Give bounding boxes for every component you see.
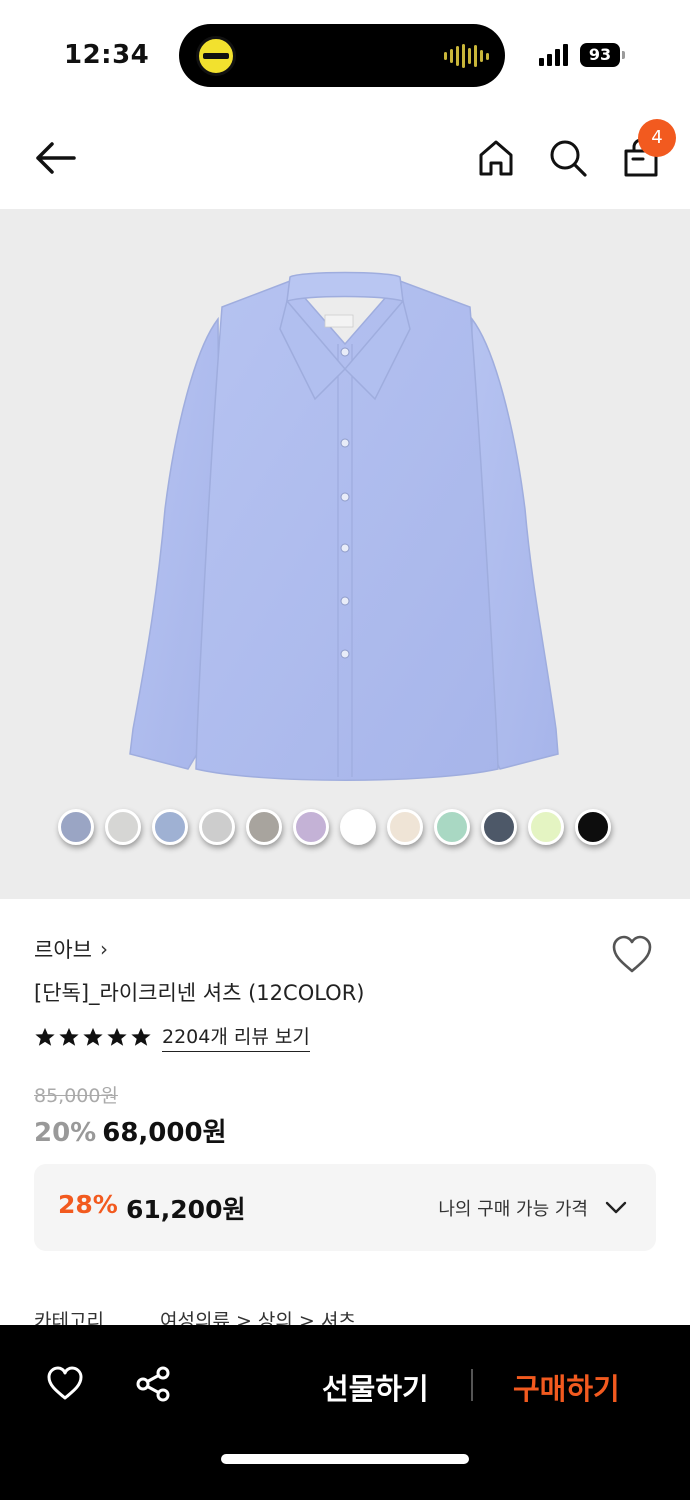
- color-swatch[interactable]: [434, 809, 470, 845]
- shirt-image: [129, 271, 559, 781]
- color-swatch[interactable]: [199, 809, 235, 845]
- my-price-label: 나의 구매 가능 가격: [438, 1199, 588, 1220]
- color-swatch[interactable]: [105, 809, 141, 845]
- star-rating: [34, 1026, 152, 1048]
- buy-button[interactable]: 구매하기: [513, 1366, 620, 1408]
- my-discount-rate: 28%: [58, 1190, 118, 1219]
- music-app-icon: [196, 36, 236, 76]
- color-swatch[interactable]: [528, 809, 564, 845]
- wishlist-heart-icon[interactable]: [610, 933, 654, 977]
- audio-wave-icon: [444, 44, 489, 68]
- color-swatch[interactable]: [575, 809, 611, 845]
- divider: [471, 1369, 473, 1401]
- color-swatch[interactable]: [246, 809, 282, 845]
- back-arrow-icon[interactable]: [30, 138, 78, 178]
- star-icon: [35, 1027, 55, 1046]
- review-link[interactable]: 2204개 리뷰 보기: [162, 1022, 310, 1052]
- home-indicator: [221, 1454, 469, 1464]
- color-swatch[interactable]: [387, 809, 423, 845]
- battery-icon: 93: [580, 43, 620, 67]
- star-icon: [107, 1027, 127, 1046]
- battery-tip: [622, 51, 625, 59]
- my-price: 61,200원: [126, 1195, 246, 1224]
- heart-icon[interactable]: [46, 1366, 84, 1402]
- signal-icon: [539, 42, 568, 66]
- star-icon: [59, 1027, 79, 1046]
- star-icon: [131, 1027, 151, 1046]
- brand-name: 르아브: [34, 938, 92, 962]
- bottom-action-bar: 선물하기 구매하기: [0, 1325, 690, 1500]
- star-icon: [83, 1027, 103, 1046]
- chevron-down-icon: [605, 1201, 627, 1214]
- share-icon[interactable]: [134, 1365, 172, 1403]
- color-swatches: [58, 809, 611, 845]
- sale-price: 68,000원: [102, 1118, 227, 1148]
- product-image[interactable]: [0, 209, 690, 899]
- rating-row: 2204개 리뷰 보기: [34, 1022, 310, 1052]
- cart-count-badge: 4: [638, 119, 676, 157]
- price-row: 20% 68,000원: [34, 1112, 227, 1149]
- product-name: [단독]_라이크리넨 셔츠 (12COLOR): [34, 981, 365, 1005]
- color-swatch[interactable]: [152, 809, 188, 845]
- brand-link[interactable]: 르아브 ›: [34, 934, 108, 964]
- discount-rate: 20%: [34, 1118, 97, 1148]
- dynamic-island: [179, 24, 505, 87]
- original-price: 85,000원: [34, 1085, 118, 1107]
- color-swatch[interactable]: [481, 809, 517, 845]
- color-swatch[interactable]: [58, 809, 94, 845]
- my-price-box[interactable]: 28% 61,200원 나의 구매 가능 가격: [34, 1164, 656, 1251]
- gift-button[interactable]: 선물하기: [322, 1366, 429, 1408]
- chevron-right-icon: ›: [99, 937, 108, 961]
- status-time: 12:34: [64, 40, 150, 70]
- search-icon[interactable]: [547, 137, 589, 179]
- color-swatch[interactable]: [293, 809, 329, 845]
- top-navigation: [0, 110, 690, 208]
- status-bar: 12:34 93: [0, 0, 690, 100]
- home-icon[interactable]: [476, 138, 516, 178]
- color-swatch[interactable]: [340, 809, 376, 845]
